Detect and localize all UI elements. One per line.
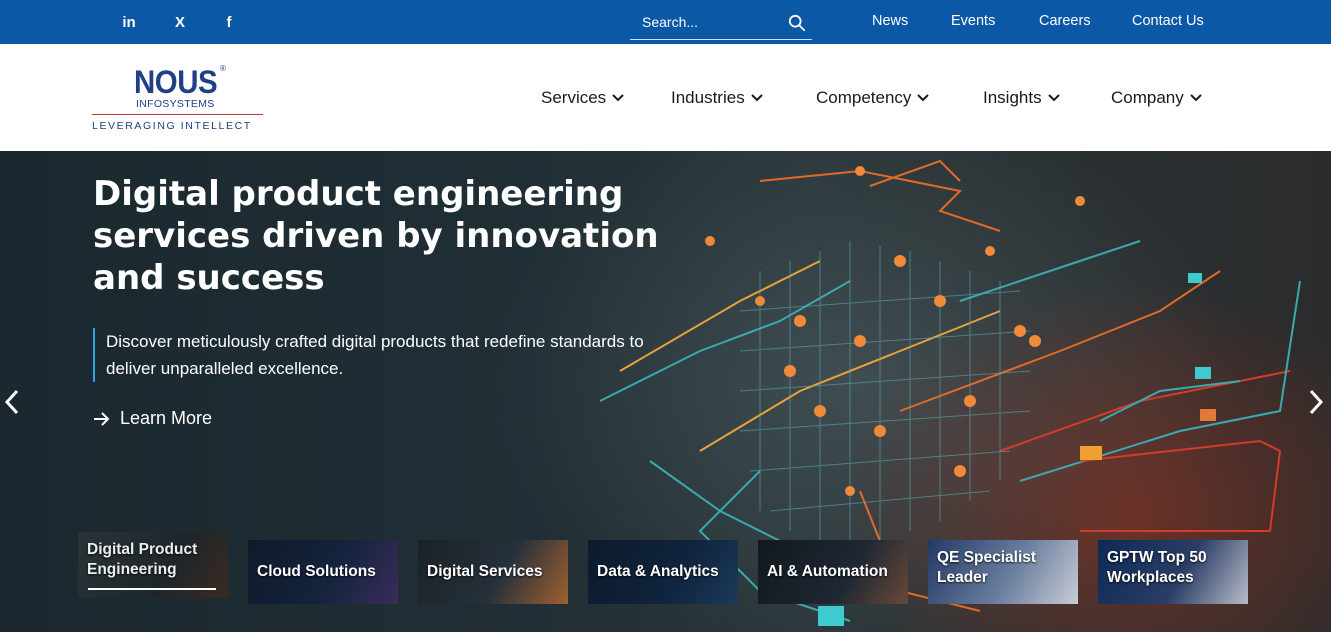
nav-services[interactable]: Services — [541, 88, 624, 108]
learn-more-label: Learn More — [120, 408, 213, 428]
nav-label: Insights — [983, 88, 1042, 107]
thumbnail-digital-product-engineering[interactable]: Digital Product Engineering — [78, 532, 228, 598]
thumbnail-label: Data & Analytics — [597, 563, 719, 580]
nav-label: Services — [541, 88, 607, 107]
thumbnail-qe-specialist-leader[interactable]: QE Specialist Leader — [928, 540, 1078, 604]
logo[interactable]: NOUS ® INFOSYSTEMS LEVERAGING INTELLECT — [92, 64, 267, 136]
top-link-events[interactable]: Events — [951, 13, 995, 29]
chevron-down-icon — [1047, 94, 1060, 102]
thumbnail-label: AI & Automation — [767, 563, 888, 580]
thumbnail-label: GPTW Top 50 Workplaces — [1107, 549, 1207, 586]
nav-label: Company — [1111, 88, 1184, 107]
active-indicator — [88, 588, 216, 590]
nav-label: Industries — [671, 88, 745, 107]
top-link-careers[interactable]: Careers — [1039, 13, 1091, 29]
thumbnail-ai-automation[interactable]: AI & Automation — [758, 540, 908, 604]
nav-company[interactable]: Company — [1111, 88, 1202, 108]
top-link-contact-us[interactable]: Contact Us — [1132, 13, 1204, 29]
thumbnail-label: Digital Product Engineering — [87, 541, 198, 578]
thumbnail-digital-services[interactable]: Digital Services — [418, 540, 568, 604]
thumbnail-label: Digital Services — [427, 563, 543, 580]
carousel-next-button[interactable] — [1306, 386, 1326, 418]
chevron-right-icon — [1309, 389, 1323, 415]
chevron-down-icon — [750, 94, 763, 102]
search-icon[interactable] — [788, 14, 806, 32]
main-header: NOUS ® INFOSYSTEMS LEVERAGING INTELLECT … — [0, 44, 1331, 151]
carousel-prev-button[interactable] — [2, 386, 22, 418]
thumbnail-cloud-solutions[interactable]: Cloud Solutions — [248, 540, 398, 604]
logo-subtitle: INFOSYSTEMS — [136, 98, 215, 110]
search-box — [630, 8, 812, 40]
learn-more-link[interactable]: Learn More — [93, 408, 212, 429]
thumbnail-label: Cloud Solutions — [257, 563, 376, 580]
hero-title: Digital product engineering services dri… — [93, 174, 659, 298]
thumbnail-label: QE Specialist Leader — [937, 549, 1037, 586]
linkedin-icon[interactable]: in — [119, 12, 139, 32]
hero-banner: Digital product engineering services dri… — [0, 151, 1331, 632]
nav-competency[interactable]: Competency — [816, 88, 930, 108]
top-bar: in X f News Events Careers Contact Us — [0, 0, 1331, 44]
logo-tagline: LEVERAGING INTELLECT — [92, 120, 252, 132]
hero-description: Discover meticulously crafted digital pr… — [93, 328, 683, 382]
chevron-down-icon — [917, 94, 930, 102]
top-link-news[interactable]: News — [872, 13, 908, 29]
x-icon[interactable]: X — [170, 12, 190, 32]
nav-label: Competency — [816, 88, 912, 107]
nav-insights[interactable]: Insights — [983, 88, 1060, 108]
facebook-icon[interactable]: f — [219, 12, 239, 32]
thumbnail-data-analytics[interactable]: Data & Analytics — [588, 540, 738, 604]
logo-divider — [92, 114, 263, 115]
chevron-down-icon — [1190, 94, 1202, 102]
search-input[interactable] — [630, 8, 780, 36]
arrow-right-icon — [94, 411, 110, 426]
chevron-down-icon — [612, 94, 624, 102]
chevron-left-icon — [5, 389, 19, 415]
thumbnail-gptw-top-50[interactable]: GPTW Top 50 Workplaces — [1098, 540, 1248, 604]
logo-registered-mark: ® — [220, 64, 226, 73]
nav-industries[interactable]: Industries — [671, 88, 763, 108]
logo-name: NOUS — [134, 64, 218, 100]
